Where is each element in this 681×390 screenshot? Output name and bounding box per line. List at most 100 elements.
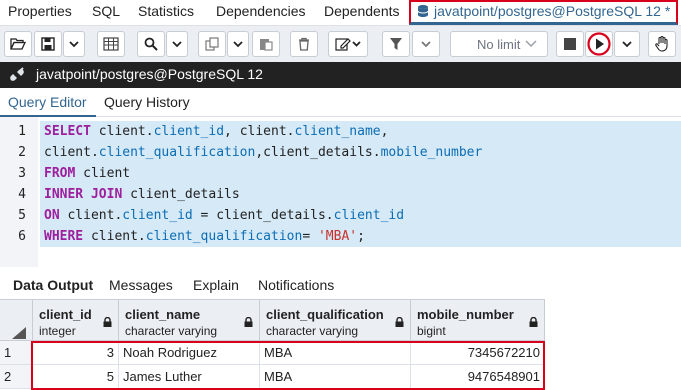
cell-mobile-number[interactable]: 7345672210 (411, 341, 545, 364)
sql-editor[interactable]: 1 SELECT client.client_id, client.client_… (0, 117, 681, 267)
tab-properties[interactable]: Properties (8, 3, 72, 19)
save-dropdown-button[interactable] (63, 31, 85, 57)
edit-button[interactable] (328, 31, 368, 57)
column-header-client-id[interactable]: client_id integer (33, 300, 119, 341)
cell-client-qualification[interactable]: MBA (260, 365, 411, 388)
cell-mobile-number[interactable]: 9476548901 (411, 365, 545, 388)
cell-client-qualification[interactable]: MBA (260, 341, 411, 364)
table-row[interactable]: 2 5 James Luther MBA 9476548901 (0, 365, 545, 389)
code-text: FROM client (40, 163, 681, 184)
code-text: WHERE client.client_qualification= 'MBA'… (40, 226, 681, 247)
line-number: 3 (18, 166, 26, 181)
paste-button[interactable] (252, 31, 280, 57)
tab-statistics[interactable]: Statistics (138, 3, 194, 19)
sql-text: = client_details. (192, 208, 334, 223)
save-button[interactable] (34, 31, 62, 57)
code-line[interactable]: 3 FROM client (0, 163, 681, 184)
result-grid: client_id integer client_name character … (0, 299, 681, 390)
hand-icon (655, 36, 668, 52)
tab-dependencies[interactable]: Dependencies (216, 3, 306, 19)
cell-client-name[interactable]: Noah Rodriguez (119, 341, 260, 364)
execute-dropdown-button[interactable] (614, 31, 640, 57)
sql-text: client (75, 166, 131, 181)
tab-dependents[interactable]: Dependents (324, 3, 400, 19)
delete-button[interactable] (290, 31, 318, 57)
query-toolbar: No limit (0, 26, 681, 62)
object-tabs: Properties SQL Statistics Dependencies D… (0, 0, 681, 26)
code-line[interactable]: 4 INNER JOIN client_details (0, 184, 681, 205)
sql-identifier: client_qualification (98, 145, 256, 160)
save-icon (41, 37, 55, 51)
find-button[interactable] (137, 31, 165, 57)
copy-button[interactable] (198, 31, 226, 57)
column-header-client-name[interactable]: client_name character varying (119, 300, 260, 341)
row-number[interactable]: 2 (0, 365, 33, 388)
stop-button[interactable] (556, 31, 584, 57)
execute-button[interactable] (585, 31, 613, 57)
row-limit-select[interactable]: No limit (450, 31, 548, 57)
tab-sql[interactable]: SQL (92, 3, 120, 19)
copy-dropdown-icon (233, 40, 243, 47)
execute-icon (587, 32, 611, 56)
row-limit-value: No limit (477, 36, 521, 52)
sql-text: , client. (224, 124, 295, 139)
save-dropdown-icon (69, 40, 79, 47)
sql-text: , (380, 124, 389, 139)
code-line[interactable]: 5 ON client.client_id = client_details.cl… (0, 205, 681, 226)
code-text: INNER JOIN client_details (40, 184, 681, 205)
chevron-down-icon (525, 40, 537, 48)
column-type: bigint (417, 324, 446, 338)
filter-icon (390, 38, 402, 50)
column-header-mobile-number[interactable]: mobile_number bigint (411, 300, 545, 341)
line-number: 2 (18, 145, 26, 160)
find-icon (144, 37, 158, 51)
tab-data-output[interactable]: Data Output (13, 277, 93, 293)
cell-client-id[interactable]: 5 (33, 365, 119, 388)
sql-keyword: SELECT (44, 124, 91, 139)
grid-icon (103, 37, 119, 51)
copy-dropdown-button[interactable] (227, 31, 249, 57)
column-header-client-qualification[interactable]: client_qualification character varying (260, 300, 411, 341)
code-line[interactable]: 2 client.client_qualification,client_deta… (0, 142, 681, 163)
find-dropdown-button[interactable] (166, 31, 188, 57)
tab-query-history[interactable]: Query History (104, 94, 190, 110)
column-name: client_qualification (266, 307, 384, 322)
filter-button[interactable] (382, 31, 410, 57)
connection-bar: javatpoint/postgres@PostgreSQL 12 (0, 62, 681, 88)
row-number[interactable]: 1 (0, 341, 33, 364)
sql-keyword: ON (44, 208, 60, 223)
code-text: SELECT client.client_id, client.client_n… (40, 121, 681, 142)
sql-keyword: INNER JOIN (44, 187, 123, 202)
code-line[interactable]: 6 WHERE client.client_qualification= 'MBA… (0, 226, 681, 247)
code-line[interactable]: 1 SELECT client.client_id, client.client_… (0, 121, 681, 142)
tab-explain[interactable]: Explain (193, 277, 239, 293)
cell-client-id[interactable]: 3 (33, 341, 119, 364)
sql-text: ,client_details. (255, 145, 381, 160)
tab-notifications[interactable]: Notifications (258, 277, 334, 293)
tab-messages[interactable]: Messages (109, 277, 173, 293)
column-name: mobile_number (417, 307, 514, 322)
tab-query-tool-label: javatpoint/postgres@PostgreSQL 12 * (434, 3, 671, 19)
grid-button[interactable] (97, 31, 125, 57)
open-file-button[interactable] (4, 31, 32, 57)
tab-query-editor[interactable]: Query Editor (8, 94, 87, 110)
sql-text: client. (59, 208, 123, 223)
tab-query-tool[interactable]: javatpoint/postgres@PostgreSQL 12 * (409, 0, 678, 25)
sql-text: client. (83, 229, 146, 244)
open-file-icon (10, 38, 26, 50)
filter-dropdown-button[interactable] (412, 31, 440, 57)
connection-title: javatpoint/postgres@PostgreSQL 12 (36, 66, 263, 82)
table-row[interactable]: 1 3 Noah Rodriguez MBA 7345672210 (0, 341, 545, 365)
hand-button[interactable] (648, 31, 676, 57)
grid-corner[interactable] (0, 300, 33, 341)
connection-icon (10, 67, 24, 81)
column-type: character varying (125, 324, 218, 338)
column-name: client_id (39, 307, 92, 322)
line-number: 5 (18, 208, 26, 223)
cell-client-name[interactable]: James Luther (119, 365, 260, 388)
sql-keyword: FROM (44, 166, 76, 181)
lock-icon (244, 317, 253, 327)
sql-text: = (302, 229, 318, 244)
sql-text: client. (90, 124, 154, 139)
database-icon (417, 4, 429, 18)
